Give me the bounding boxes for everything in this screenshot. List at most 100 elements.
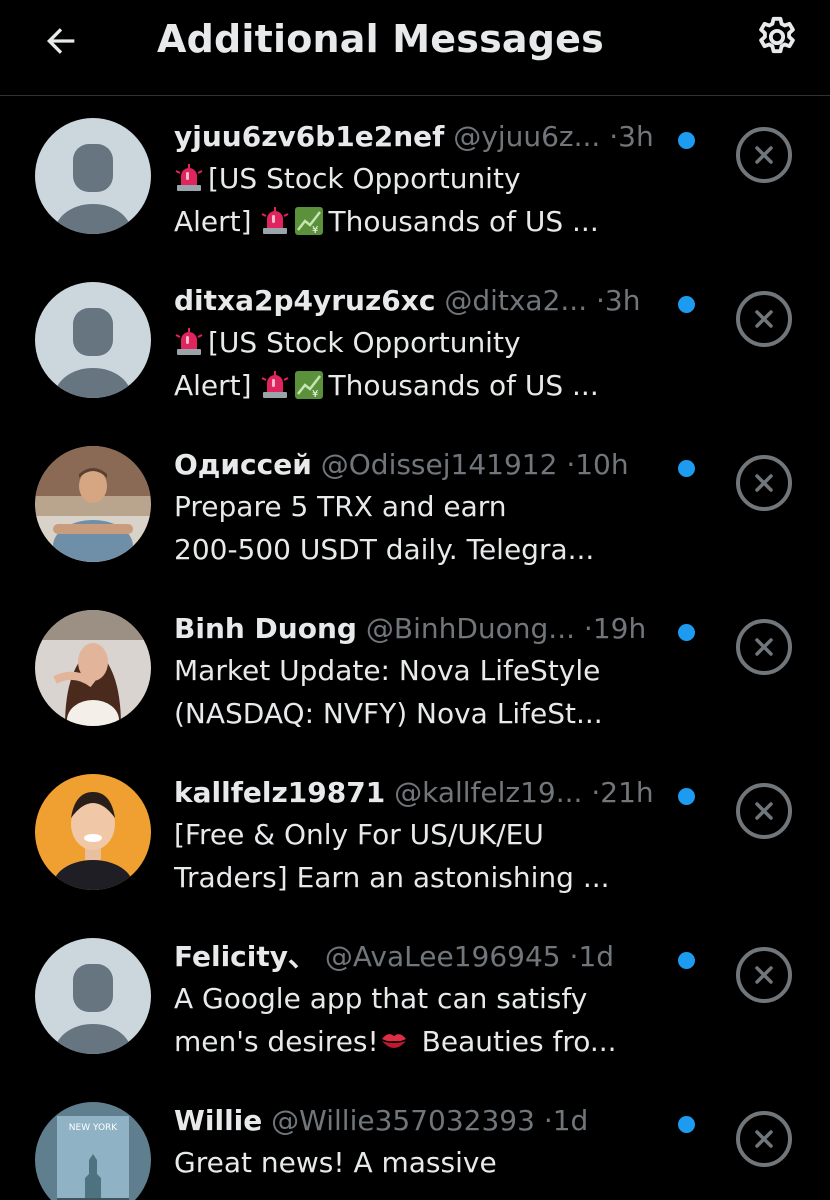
back-button[interactable] [38,18,84,64]
poster-avatar-icon: NEW YORK [35,1102,151,1200]
sender-line: Willie @Willie357032393 ·1d [174,1101,674,1141]
dismiss-button[interactable] [736,291,792,347]
preview-line-2a: Alert] [174,205,252,238]
preview-line-2b: Beauties fro... [421,1025,617,1058]
close-icon [755,310,773,328]
sender-name: yjuu6zv6b1e2nef [174,120,445,153]
chart-yen-emoji-icon: ¥ [295,207,324,236]
preview-line-2a: men's desires! [174,1025,379,1058]
police-light-emoji-icon [175,328,203,355]
police-light-emoji-icon [175,164,203,191]
message-preview: A Google app that can satisfy men's desi… [174,977,674,1063]
timestamp: 21h [600,776,654,809]
unread-indicator [678,1116,695,1133]
sender-line: ditxa2p4yruz6xc @ditxa2... ·3h [174,281,674,321]
sender-handle: @Willie357032393 [271,1104,535,1137]
preview-line-1: [US Stock Opportunity [208,162,521,195]
sender-name: Одиссей [174,448,312,481]
unread-indicator [678,460,695,477]
close-icon [755,474,773,492]
message-request-row[interactable]: kallfelz19871 @kallfelz19... ·21h [Free … [0,753,830,917]
separator: · [596,284,605,317]
sender-handle: @kallfelz19... [394,776,583,809]
separator: · [609,120,619,153]
sender-name: Binh Duong [174,612,357,645]
police-light-emoji-icon [262,207,289,234]
dismiss-button[interactable] [736,455,792,511]
unread-indicator [678,624,695,641]
unread-indicator [678,296,695,313]
sender-line: Felicity、 @AvaLee196945 ·1d [174,937,674,977]
default-avatar-icon [35,938,151,1054]
preview-line-1: [US Stock Opportunity [208,326,521,359]
message-request-row[interactable]: yjuu6zv6b1e2nef @yjuu6z... ·3h [US Stock… [0,97,830,261]
svg-text:¥: ¥ [312,225,318,236]
close-icon [755,802,773,820]
unread-indicator [678,132,695,149]
sender-line: Binh Duong @BinhDuong... ·19h [174,609,674,649]
close-icon [755,1130,773,1148]
message-request-row[interactable]: NEW YORK Willie @Willie357032393 ·1d Gre… [0,1081,830,1200]
separator: · [591,776,601,809]
avatar[interactable] [35,118,151,234]
avatar[interactable]: NEW YORK [35,1102,151,1200]
preview-line-1: A Google app that can satisfy [174,982,588,1015]
timestamp: 1d [578,940,615,973]
separator: · [543,1104,553,1137]
avatar[interactable] [35,282,151,398]
sender-handle: @AvaLee196945 [324,940,561,973]
preview-line-2b: Thousands of US ... [328,205,599,238]
preview-line-2b: Thousands of US ... [328,369,599,402]
message-request-row[interactable]: Одиссей @Odissej141912 ·10h Prepare 5 TR… [0,425,830,589]
sender-handle: @ditxa2... [444,284,588,317]
avatar[interactable] [35,446,151,562]
dismiss-button[interactable] [736,947,792,1003]
message-request-row[interactable]: ditxa2p4yruz6xc @ditxa2... ·3h [US Stock… [0,261,830,425]
dismiss-button[interactable] [736,127,792,183]
separator: · [583,612,593,645]
kiss-mark-emoji-icon [381,1034,406,1048]
message-preview: Prepare 5 TRX and earn 200-500 USDT dail… [174,485,674,571]
sender-name: Willie [174,1104,263,1137]
arrow-left-icon [47,28,75,54]
sender-handle: @BinhDuong... [365,612,575,645]
preview-line-1: Market Update: Nova LifeStyle [174,654,601,687]
timestamp: 3h [604,284,641,317]
top-bar: Additional Messages [0,0,830,96]
avatar[interactable] [35,938,151,1054]
police-light-emoji-icon [262,371,289,398]
sender-name: ditxa2p4yruz6xc [174,284,436,317]
preview-line-2: (NASDAQ: NVFY) Nova LifeSt... [174,697,603,730]
separator: · [566,448,576,481]
timestamp: 3h [618,120,654,153]
sender-name: kallfelz19871 [174,776,386,809]
chart-yen-emoji-icon: ¥ [295,371,324,400]
sender-handle: @Odissej141912 [320,448,558,481]
sender-line: Одиссей @Odissej141912 ·10h [174,445,674,485]
poster-text: NEW YORK [69,1123,119,1133]
svg-text:¥: ¥ [312,389,318,400]
message-preview: [US Stock Opportunity Alert] ¥ Thousands … [174,321,674,407]
timestamp: 10h [575,448,629,481]
dismiss-button[interactable] [736,1111,792,1167]
message-preview: Great news! A massive [174,1141,674,1184]
profile-photo-icon [35,774,151,890]
timestamp: 1d [552,1104,589,1137]
dismiss-button[interactable] [736,619,792,675]
dismiss-button[interactable] [736,783,792,839]
preview-line-2a: Alert] [174,369,252,402]
avatar[interactable] [35,774,151,890]
default-avatar-icon [35,282,151,398]
message-request-row[interactable]: Binh Duong @BinhDuong... ·19h Market Upd… [0,589,830,753]
sender-name: Felicity、 [174,940,317,973]
settings-button[interactable] [752,12,802,62]
unread-indicator [678,788,695,805]
message-request-row[interactable]: Felicity、 @AvaLee196945 ·1d A Google app… [0,917,830,1081]
gear-icon [759,16,795,54]
close-icon [755,966,773,984]
preview-line-1: Prepare 5 TRX and earn [174,490,507,523]
avatar[interactable] [35,610,151,726]
preview-line-2: 200-500 USDT daily. Telegra... [174,533,595,566]
profile-photo-icon [35,610,151,726]
page-title: Additional Messages [157,17,604,61]
